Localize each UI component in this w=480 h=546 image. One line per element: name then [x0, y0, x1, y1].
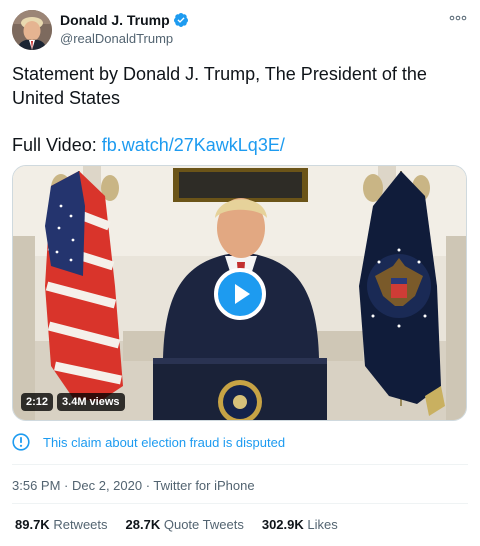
tweet-card: Donald J. Trump @realDonaldTrump Stateme…	[0, 0, 480, 546]
author-handle[interactable]: @realDonaldTrump	[60, 31, 189, 46]
profile-photo	[12, 10, 52, 50]
video-badges: 2:12 3.4M views	[21, 393, 125, 411]
likes-label: Likes	[307, 517, 338, 532]
retweets-stat[interactable]: 89.7K Retweets	[15, 517, 108, 532]
disputed-notice[interactable]: This claim about election fraud is dispu…	[12, 433, 285, 451]
meta-separator: ·	[60, 478, 72, 493]
video-views: 3.4M views	[57, 393, 125, 411]
video-prefix: Full Video:	[12, 135, 102, 155]
disputed-notice-text[interactable]: This claim about election fraud is dispu…	[43, 435, 285, 450]
video-player[interactable]: 2:12 3.4M views	[12, 165, 467, 421]
display-name[interactable]: Donald J. Trump	[60, 12, 170, 28]
video-duration: 2:12	[21, 393, 54, 411]
video-link[interactable]: fb.watch/27KawkLq3E/	[102, 135, 285, 155]
avatar[interactable]	[12, 10, 52, 50]
info-icon	[12, 433, 30, 451]
tweet-text: Statement by Donald J. Trump, The Presid…	[12, 62, 452, 157]
verified-badge-icon	[173, 12, 189, 28]
ellipsis-icon[interactable]	[448, 12, 468, 26]
likes-count: 302.9K	[261, 517, 304, 532]
quote-tweets-count: 28.7K	[125, 517, 161, 532]
likes-stat[interactable]: 302.9K Likes	[262, 517, 338, 532]
tweet-source[interactable]: Twitter for iPhone	[153, 478, 254, 493]
author-names: Donald J. Trump @realDonaldTrump	[60, 12, 189, 46]
tweet-meta: 3:56 PM · Dec 2, 2020 · Twitter for iPho…	[12, 478, 255, 493]
retweets-count: 89.7K	[15, 517, 50, 532]
meta-separator: ·	[142, 478, 154, 493]
quote-tweets-stat[interactable]: 28.7K Quote Tweets	[126, 517, 244, 532]
divider	[12, 464, 468, 465]
retweets-label: Retweets	[53, 517, 108, 532]
quote-tweets-label: Quote Tweets	[163, 517, 244, 532]
tweet-time[interactable]: 3:56 PM	[12, 478, 60, 493]
tweet-stats: 89.7K Retweets 28.7K Quote Tweets 302.9K…	[15, 517, 356, 532]
tweet-date[interactable]: Dec 2, 2020	[72, 478, 142, 493]
display-name-row[interactable]: Donald J. Trump	[60, 12, 189, 28]
divider	[12, 503, 468, 504]
tweet-text-line: Statement by Donald J. Trump, The Presid…	[12, 64, 427, 108]
tweet-header: Donald J. Trump @realDonaldTrump	[12, 10, 468, 52]
tweet-video-line: Full Video: fb.watch/27KawkLq3E/	[12, 133, 452, 157]
play-icon[interactable]	[214, 268, 266, 320]
